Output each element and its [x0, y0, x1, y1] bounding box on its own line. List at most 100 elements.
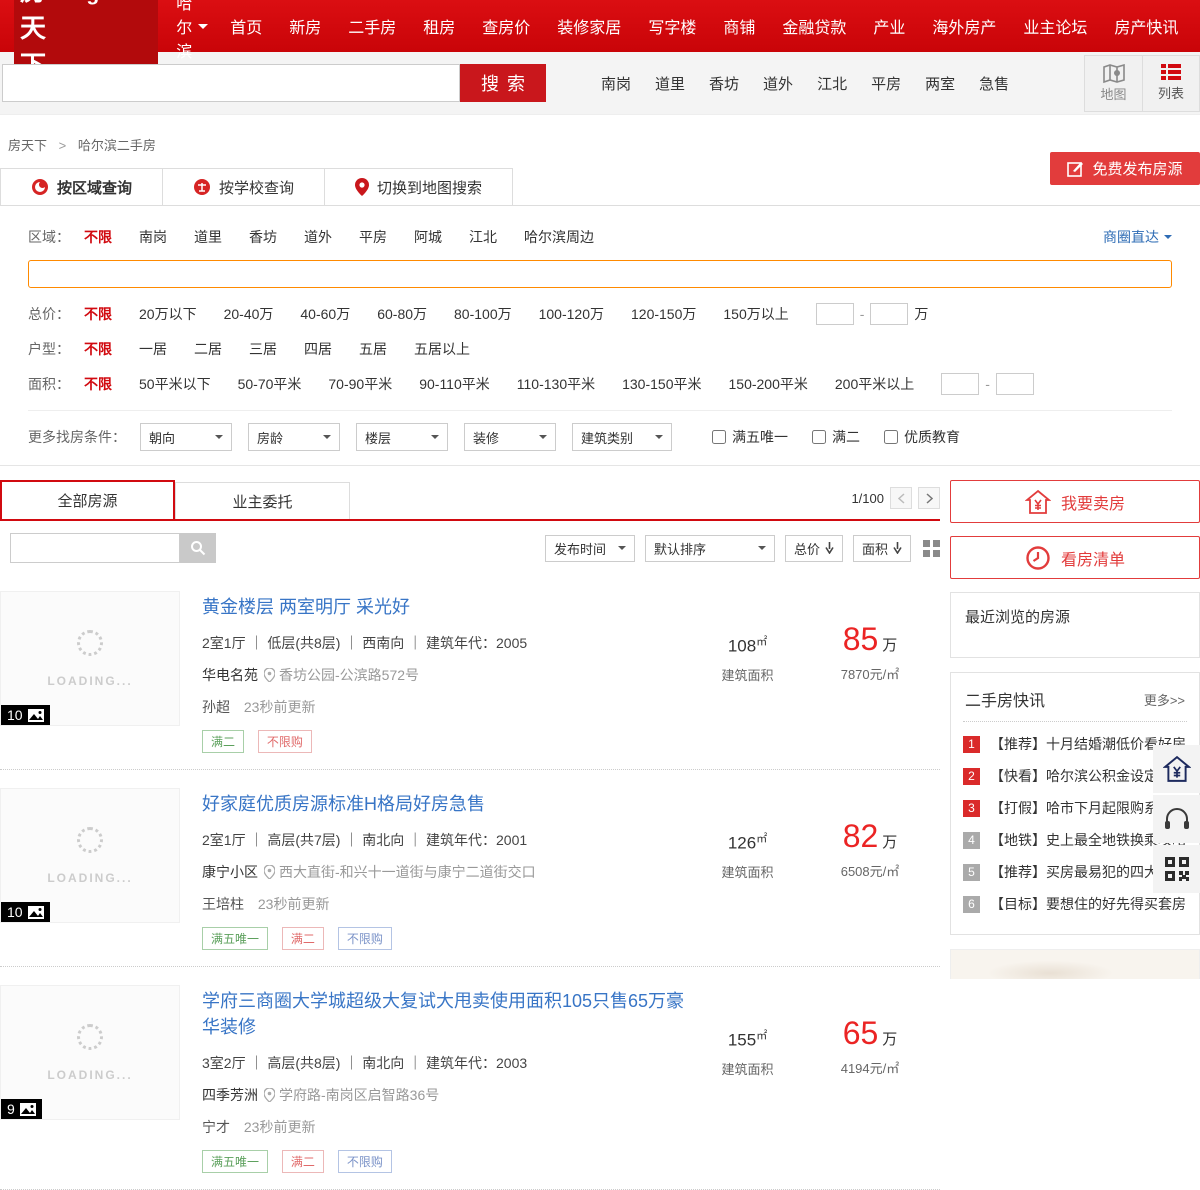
tab-region-query[interactable]: 按区域查询 [0, 168, 163, 205]
main-menu-item[interactable]: 业主论坛 [1023, 14, 1087, 38]
region-option[interactable]: 香坊 [249, 227, 277, 247]
region-option[interactable]: 不限 [84, 227, 112, 247]
quick-link[interactable]: 道外 [763, 73, 793, 94]
quick-link[interactable]: 香坊 [709, 73, 739, 94]
layout-option[interactable]: 三居 [249, 339, 277, 359]
area-option[interactable]: 70-90平米 [328, 374, 392, 394]
sell-house-button[interactable]: 我要卖房 [950, 480, 1200, 523]
area-option[interactable]: 90-110平米 [419, 374, 490, 394]
map-view-button[interactable]: 地图 [1085, 56, 1142, 111]
price-max-input[interactable] [870, 303, 908, 325]
next-page-button[interactable] [918, 487, 940, 509]
region-option[interactable]: 道里 [194, 227, 222, 247]
listing-title[interactable]: 黄金楼层 两室明厅 采光好 [202, 593, 410, 619]
quick-link[interactable]: 平房 [871, 73, 901, 94]
price-option[interactable]: 120-150万 [631, 304, 696, 324]
region-option[interactable]: 道外 [304, 227, 332, 247]
tab-school-query[interactable]: 按学校查询 [163, 168, 325, 205]
listing-search-input[interactable] [10, 533, 180, 563]
main-menu-item[interactable]: 二手房 [348, 14, 396, 38]
quick-link[interactable]: 南岗 [601, 73, 631, 94]
tab-all-listings[interactable]: 全部房源 [0, 480, 175, 519]
listing-photo[interactable]: LOADING... 10 [0, 788, 180, 923]
listing-photo[interactable]: LOADING... 10 [0, 591, 180, 726]
community-name[interactable]: 康宁小区 [202, 862, 258, 882]
checkbox-two-years[interactable]: 满二 [812, 427, 860, 447]
area-min-input[interactable] [941, 373, 979, 395]
qr-code-button[interactable] [1153, 845, 1200, 893]
publish-listing-button[interactable]: 免费发布房源 [1050, 152, 1200, 185]
agent-name[interactable]: 宁才 [202, 1119, 230, 1135]
grid-view-icon[interactable] [923, 540, 940, 557]
price-option[interactable]: 20万以下 [139, 304, 197, 324]
layout-option[interactable]: 四居 [304, 339, 332, 359]
main-menu-item[interactable]: 产业 [873, 14, 905, 38]
decoration-select[interactable]: 装修 [464, 423, 556, 451]
layout-option[interactable]: 不限 [84, 339, 112, 359]
area-option[interactable]: 50-70平米 [238, 374, 302, 394]
region-option[interactable]: 南岗 [139, 227, 167, 247]
price-option[interactable]: 20-40万 [224, 304, 274, 324]
agent-name[interactable]: 孙超 [202, 699, 230, 715]
building-age-select[interactable]: 房龄 [248, 423, 340, 451]
price-option[interactable]: 40-60万 [300, 304, 350, 324]
main-menu-item[interactable]: 房产快讯 [1114, 14, 1178, 38]
quick-link[interactable]: 道里 [655, 73, 685, 94]
news-more-link[interactable]: 更多>> [1144, 690, 1185, 709]
area-option[interactable]: 不限 [84, 374, 112, 394]
list-view-button[interactable]: 列表 [1142, 56, 1199, 111]
main-menu-item[interactable]: 金融贷款 [782, 14, 846, 38]
price-option[interactable]: 150万以上 [723, 304, 788, 324]
quick-link[interactable]: 急售 [979, 73, 1009, 94]
watchlist-button[interactable]: 看房清单 [950, 536, 1200, 579]
city-selector[interactable]: 哈尔滨 [176, 0, 208, 62]
region-option[interactable]: 哈尔滨周边 [524, 227, 594, 247]
community-address[interactable]: 学府路-南岗区启智路36号 [264, 1085, 439, 1105]
orientation-select[interactable]: 朝向 [140, 423, 232, 451]
listing-search-button[interactable] [180, 533, 216, 563]
region-option[interactable]: 平房 [359, 227, 387, 247]
listing-title[interactable]: 好家庭优质房源标准H格局好房急售 [202, 790, 485, 816]
customer-service-button[interactable] [1153, 795, 1200, 843]
agent-name[interactable]: 王培柱 [202, 896, 244, 912]
area-option[interactable]: 130-150平米 [622, 374, 701, 394]
main-menu-item[interactable]: 租房 [423, 14, 455, 38]
quick-link[interactable]: 江北 [817, 73, 847, 94]
checkbox-quality-education[interactable]: 优质教育 [884, 427, 960, 447]
layout-option[interactable]: 一居 [139, 339, 167, 359]
main-menu-item[interactable]: 装修家居 [557, 14, 621, 38]
layout-option[interactable]: 五居以上 [414, 339, 470, 359]
breadcrumb-home[interactable]: 房天下 [8, 138, 47, 153]
community-name[interactable]: 华电名苑 [202, 665, 258, 685]
main-menu-item[interactable]: 海外房产 [932, 14, 996, 38]
two-years-checkbox[interactable] [812, 430, 826, 444]
listing-photo[interactable]: LOADING... 9 [0, 985, 180, 1120]
default-sort-select[interactable]: 默认排序 [645, 535, 775, 562]
layout-option[interactable]: 五居 [359, 339, 387, 359]
region-option[interactable]: 江北 [469, 227, 497, 247]
search-input[interactable] [2, 64, 460, 102]
quality-education-checkbox[interactable] [884, 430, 898, 444]
layout-option[interactable]: 二居 [194, 339, 222, 359]
checkbox-five-years-unique[interactable]: 满五唯一 [712, 427, 788, 447]
prev-page-button[interactable] [890, 487, 912, 509]
publish-time-select[interactable]: 发布时间 [545, 535, 635, 562]
community-name[interactable]: 四季芳洲 [202, 1085, 258, 1105]
price-option[interactable]: 80-100万 [454, 304, 512, 324]
area-option[interactable]: 110-130平米 [517, 374, 595, 394]
main-menu-item[interactable]: 首页 [230, 14, 262, 38]
community-address[interactable]: 香坊公园-公滨路572号 [264, 665, 419, 685]
community-address[interactable]: 西大直街-和兴十一道街与康宁二道街交口 [264, 862, 536, 882]
price-option[interactable]: 100-120万 [539, 304, 604, 324]
sell-house-tool-button[interactable] [1153, 745, 1200, 793]
five-years-unique-checkbox[interactable] [712, 430, 726, 444]
floor-select[interactable]: 楼层 [356, 423, 448, 451]
price-min-input[interactable] [816, 303, 854, 325]
building-type-select[interactable]: 建筑类别 [572, 423, 672, 451]
region-option[interactable]: 阿城 [414, 227, 442, 247]
search-button[interactable]: 搜索 [460, 64, 546, 102]
sort-by-area-button[interactable]: 面积 [853, 535, 911, 562]
main-menu-item[interactable]: 查房价 [482, 14, 530, 38]
sidebar-ad-image[interactable] [950, 949, 1200, 979]
business-district-link[interactable]: 商圈直达 [1103, 227, 1172, 247]
